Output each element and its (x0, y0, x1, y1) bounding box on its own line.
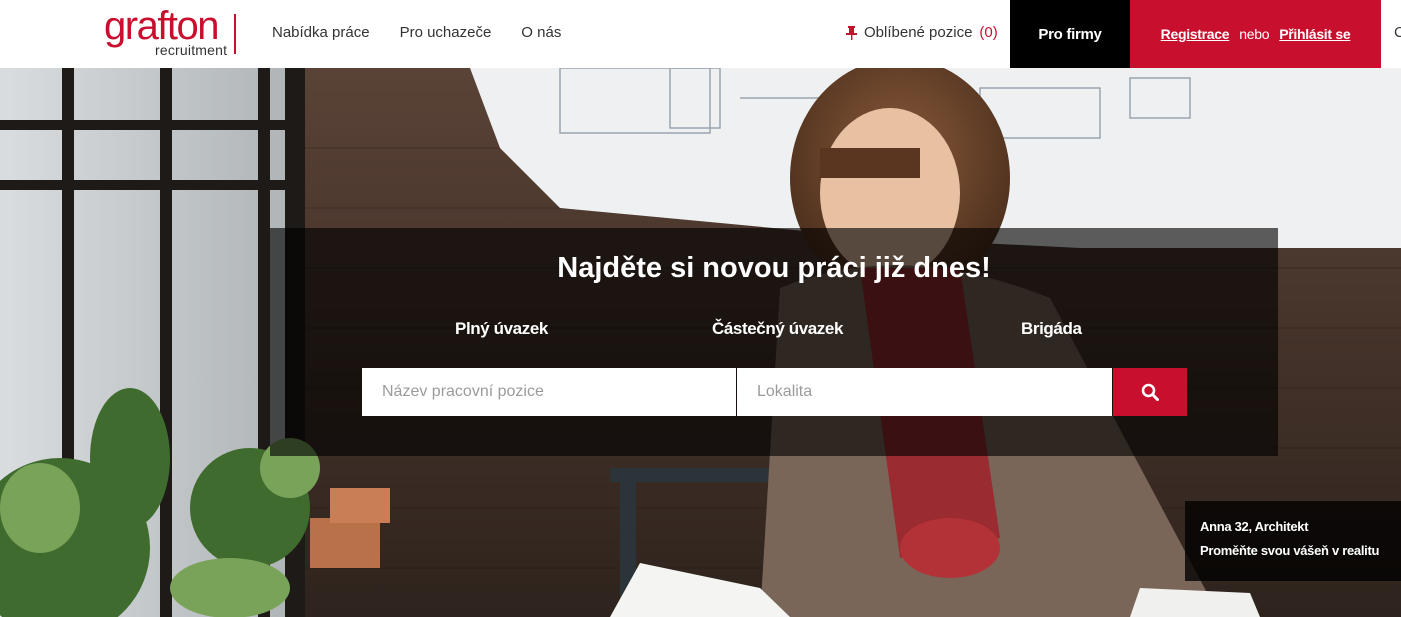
login-link[interactable]: Přihlásit se (1279, 26, 1350, 42)
auth-bar: Registrace nebo Přihlásit se (1130, 0, 1381, 68)
pin-icon (846, 25, 857, 40)
search-icon (1141, 383, 1159, 401)
position-search-input[interactable] (362, 368, 736, 416)
logo-subtitle: recruitment (155, 42, 228, 58)
auth-separator: nebo (1239, 26, 1270, 42)
hero-section: Najděte si novou práci již dnes! Plný úv… (0, 68, 1401, 617)
for-companies-button[interactable]: Pro firmy (1010, 0, 1130, 68)
site-header: grafton recruitment Nabídka práce Pro uc… (0, 0, 1401, 68)
favorite-positions-label: Oblíbené pozice (864, 24, 973, 41)
job-type-brigade[interactable]: Brigáda (1021, 319, 1082, 339)
register-link[interactable]: Registrace (1161, 26, 1230, 42)
hero-headline: Najděte si novou práci již dnes! (557, 252, 991, 284)
caption-tagline: Proměňte svou vášeň v realitu (1200, 543, 1380, 558)
main-nav: Nabídka práce Pro uchazeče O nás (272, 24, 561, 41)
favorite-positions-count: (0) (979, 24, 998, 41)
logo-wordmark: grafton (104, 4, 220, 48)
search-button[interactable] (1113, 368, 1187, 416)
location-search-input[interactable] (737, 368, 1112, 416)
nav-item-about[interactable]: O nás (521, 24, 561, 41)
grafton-logo[interactable]: grafton recruitment (104, 6, 244, 60)
favorite-positions-link[interactable]: Oblíbené pozice (0) (846, 24, 998, 41)
hero-caption: Anna 32, Architekt Proměňte svou vášeň v… (1185, 501, 1401, 581)
logo-divider (234, 14, 236, 54)
job-type-full-time[interactable]: Plný úvazek (455, 319, 548, 339)
language-switcher[interactable]: C (1394, 24, 1401, 41)
job-type-part-time[interactable]: Částečný úvazek (712, 319, 843, 339)
caption-person: Anna 32, Architekt (1200, 519, 1309, 534)
job-search-panel: Najděte si novou práci již dnes! Plný úv… (270, 228, 1278, 456)
nav-item-candidates[interactable]: Pro uchazeče (400, 24, 492, 41)
nav-item-job-offers[interactable]: Nabídka práce (272, 24, 370, 41)
